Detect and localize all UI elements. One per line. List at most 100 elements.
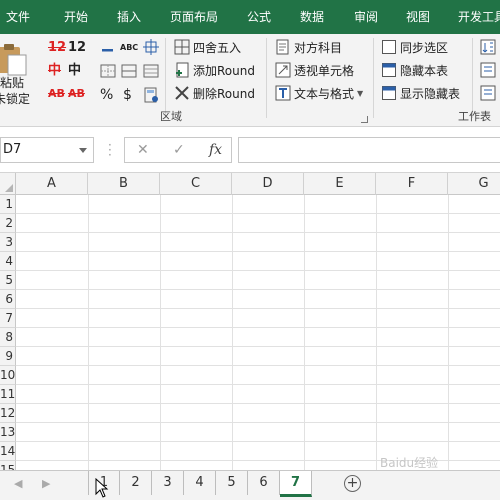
column-header[interactable]: B [88,173,160,195]
grid-line [376,195,377,470]
calculator-icon[interactable] [143,87,159,103]
row-header[interactable]: 13 [0,423,16,442]
column-header[interactable]: E [304,173,376,195]
row-header[interactable]: 14 [0,442,16,461]
row-header[interactable]: 15 [0,461,16,470]
sheet-tab[interactable]: 4 [184,471,216,495]
delete-round-label: 删除Round [193,86,255,101]
hide-sheet-label: 隐藏本表 [400,63,449,78]
mouse-pointer-icon [95,478,109,498]
column-header[interactable]: F [376,173,448,195]
number-icon[interactable]: 12 [68,38,86,58]
minus-icon[interactable] [100,42,116,58]
row-header[interactable]: 1 [0,195,16,214]
group-label-worksheet: 工作表 [458,110,491,123]
scroll-right-icon[interactable]: ▶ [42,477,50,490]
tab-data[interactable]: 数据 [300,9,324,25]
grid-line [448,195,449,470]
border-icon[interactable] [121,63,137,79]
watermark: Baidu经验 [380,456,439,470]
strike-number-icon[interactable]: 12 [48,38,66,58]
sheet-tab[interactable]: 6 [248,471,280,495]
formula-input[interactable] [238,137,500,163]
round-button[interactable]: 四舍五入 [174,37,241,57]
row-header[interactable]: 10 [0,366,16,385]
formula-buttons: ✕ ✓ fx [124,137,232,163]
unlock-label[interactable]: 未锁定 [0,88,30,108]
strike-letter-icon-2[interactable]: AB [68,84,85,104]
dialog-launcher-icon[interactable] [361,116,368,123]
tab-formulas[interactable]: 公式 [247,9,271,25]
add-round-button[interactable]: 添加Round [174,60,255,80]
counter-subject-button[interactable]: 对方科目 [275,37,342,57]
chinese-icon[interactable]: 中 [68,61,81,81]
show-hidden-sheet-label: 显示隐藏表 [400,86,461,101]
grid-line [232,195,233,470]
enter-icon[interactable]: ✓ [173,142,185,158]
column-header[interactable]: A [16,173,88,195]
move-icon[interactable] [143,39,159,55]
row-header[interactable]: 6 [0,290,16,309]
sync-selection-button[interactable]: 同步选区 [381,37,448,57]
list-icon[interactable] [480,62,496,78]
document-icon [276,39,289,55]
tab-home[interactable]: 开始 [64,9,88,25]
tab-review[interactable]: 审阅 [354,9,378,25]
checkbox-icon [382,40,396,54]
sheet-tab[interactable]: 5 [216,471,248,495]
row-header[interactable]: 3 [0,233,16,252]
name-box-value: D7 [3,142,22,157]
abc-icon[interactable]: ABC [120,38,138,58]
tab-page-layout[interactable]: 页面布局 [170,9,218,25]
row-header[interactable]: 12 [0,404,16,423]
cancel-icon[interactable]: ✕ [137,142,149,158]
sheet-tab[interactable]: 2 [120,471,152,495]
row-header[interactable]: 11 [0,385,16,404]
scroll-left-icon[interactable]: ◀ [14,477,22,490]
show-hidden-sheet-button[interactable]: 显示隐藏表 [381,83,460,103]
dollar-icon[interactable]: $ [123,85,132,105]
column-header[interactable]: D [232,173,304,195]
row-header[interactable]: 5 [0,271,16,290]
hide-sheet-button[interactable]: 隐藏本表 [381,60,448,80]
sheet-tab-active[interactable]: 7 [280,471,312,497]
row-header[interactable]: 9 [0,347,16,366]
add-sheet-icon[interactable]: + [344,475,361,492]
row-header[interactable]: 4 [0,252,16,271]
formula-bar: D7 · · · ✕ ✓ fx [0,127,500,173]
chevron-down-icon[interactable] [79,148,87,153]
grid-icon[interactable] [100,63,116,79]
tab-developer[interactable]: 开发工具 [458,9,500,25]
select-all-corner[interactable] [0,173,16,195]
sort-icon[interactable] [480,39,496,55]
sheet-tab[interactable]: 3 [152,471,184,495]
grid-line [160,195,161,470]
row-header[interactable]: 2 [0,214,16,233]
delete-icon [175,86,189,100]
add-document-icon [176,62,189,78]
round-label: 四舍五入 [193,40,242,55]
tab-insert[interactable]: 插入 [117,9,141,25]
insert-function-icon[interactable]: fx [209,142,222,158]
delete-round-button[interactable]: 删除Round [174,83,255,103]
sheet-grid[interactable]: 1 2 3 4 5 6 7 8 9 10 11 12 13 14 15 [0,195,500,470]
ribbon: 粘贴 未锁定 12 12 中 中 AB AB ABC % $ 四舍五入 添加Ro… [0,34,500,127]
text-format-button[interactable]: 文本与格式 ▼ [275,83,363,103]
drag-handle-icon[interactable]: · · · [108,139,112,161]
column-header[interactable]: G [448,173,500,195]
tab-view[interactable]: 视图 [406,9,430,25]
strike-letter-icon[interactable]: AB [48,84,65,104]
strike-chinese-icon[interactable]: 中 [48,61,61,81]
sheet-icon [382,63,396,77]
percent-icon[interactable]: % [100,85,113,105]
row-header[interactable]: 7 [0,309,16,328]
column-header[interactable]: C [160,173,232,195]
tab-file[interactable]: 文件 [6,9,30,25]
name-box[interactable]: D7 [0,137,94,163]
list-icon[interactable] [480,85,496,101]
table-icon[interactable] [143,63,159,79]
row-header[interactable]: 8 [0,328,16,347]
divider [165,38,166,118]
pivot-cell-button[interactable]: 透视单元格 [275,60,354,80]
grid-line [304,195,305,470]
